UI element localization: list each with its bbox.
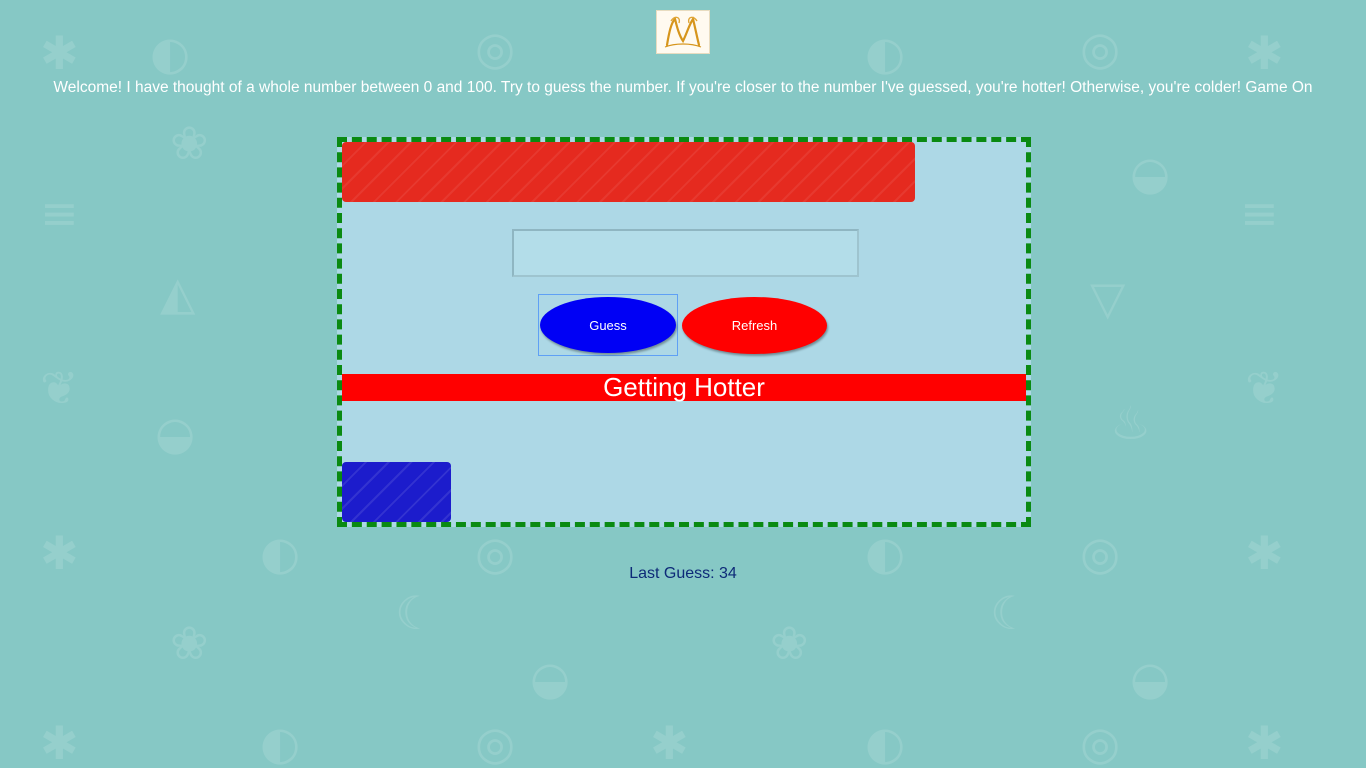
refresh-button[interactable]: Refresh (682, 297, 827, 354)
fries-icon: ≡ (1240, 186, 1279, 240)
status-banner: Getting Hotter (342, 374, 1026, 401)
watermelon-icon: ◐ (260, 716, 301, 768)
guess-button-focus-ring: Guess (538, 294, 678, 356)
hot-meter-bar (342, 142, 915, 202)
cherry-icon: ❦ (40, 361, 79, 415)
intro-text: Welcome! I have thought of a whole numbe… (53, 79, 1313, 96)
pineapple-icon: ✱ (650, 716, 689, 768)
cocktail-icon: ▽ (1090, 271, 1126, 325)
banana-icon: ☾ (395, 586, 437, 640)
cherry-icon: ❦ (1245, 361, 1284, 415)
pineapple-icon: ✱ (40, 716, 79, 768)
pineapple-icon: ✱ (40, 26, 79, 80)
ornate-m-logo-icon (664, 16, 702, 48)
cold-meter-bar (342, 462, 451, 522)
guess-input[interactable] (512, 229, 859, 277)
steak-icon: ◒ (1130, 146, 1171, 200)
watermelon-icon: ◐ (865, 716, 906, 768)
fries-icon: ≡ (40, 186, 79, 240)
steak-icon: ◒ (530, 651, 571, 705)
donut-icon: ◎ (1080, 21, 1121, 75)
steak-icon: ◒ (155, 406, 196, 460)
chicken-icon: ◭ (160, 266, 196, 320)
grapes-icon: ❀ (170, 616, 209, 670)
guess-button[interactable]: Guess (540, 297, 676, 353)
banana-icon: ☾ (990, 586, 1032, 640)
game-panel: Guess Refresh Getting Hotter (337, 137, 1031, 527)
site-logo (656, 10, 710, 54)
grapes-icon: ❀ (770, 616, 809, 670)
donut-icon: ◎ (475, 21, 516, 75)
pineapple-icon: ✱ (1245, 716, 1284, 768)
last-guess-text: Last Guess: 34 (629, 565, 737, 582)
donut-icon: ◎ (475, 716, 516, 768)
grill-icon: ♨ (1110, 396, 1152, 450)
watermelon-icon: ◐ (865, 26, 906, 80)
steak-icon: ◒ (1130, 651, 1171, 705)
donut-icon: ◎ (1080, 716, 1121, 768)
pineapple-icon: ✱ (1245, 26, 1284, 80)
grapes-icon: ❀ (170, 116, 209, 170)
watermelon-icon: ◐ (150, 26, 191, 80)
